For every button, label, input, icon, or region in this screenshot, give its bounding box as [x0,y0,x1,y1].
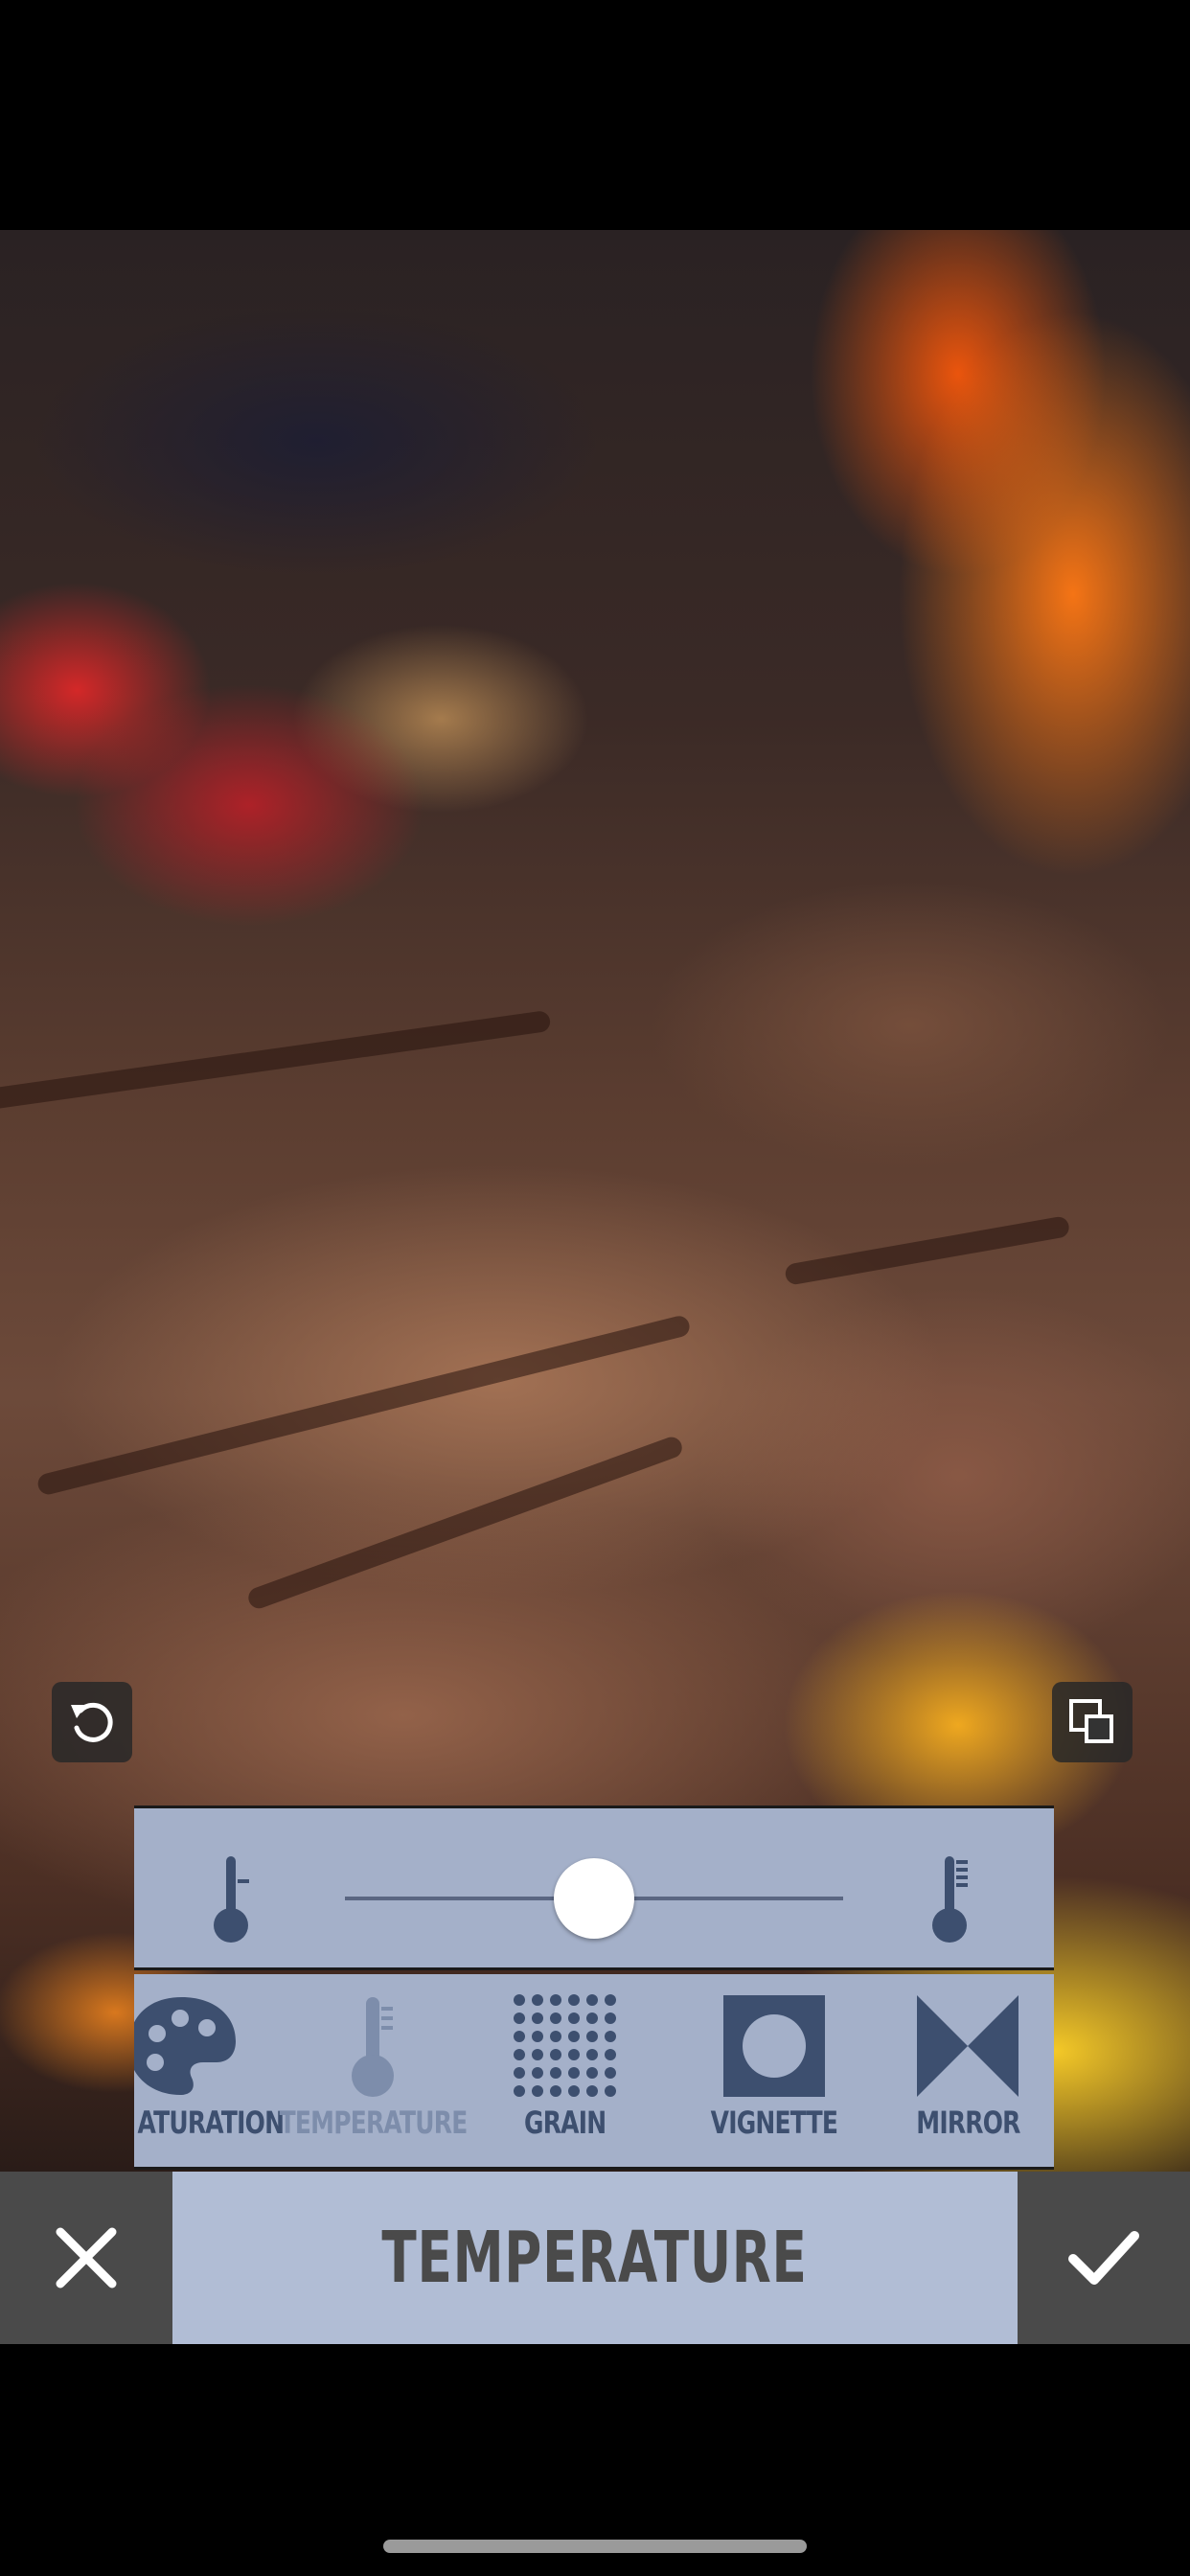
thermometer-hot-icon [927,1851,975,1951]
grill-mark [784,1215,1071,1286]
tool-label: TEMPERATURE [280,2104,469,2141]
grill-mark [245,1434,685,1612]
grain-dots-icon [512,1993,619,2099]
tool-grain[interactable]: GRAIN [489,1974,642,2167]
palette-icon [134,1993,240,2099]
tool-label: VIGNETTE [710,2104,838,2141]
tools-strip[interactable]: ATURATION TEMPERATURE GRAIN VIGNETTE MIR… [134,1974,1054,2170]
thermometer-icon [345,1993,402,2099]
close-icon [56,2227,117,2288]
tool-saturation[interactable]: ATURATION [134,1974,287,2167]
compare-button[interactable] [1052,1682,1133,1762]
checkmark-icon [1068,2231,1139,2285]
cancel-button[interactable] [0,2172,172,2344]
tool-vignette[interactable]: VIGNETTE [688,1974,860,2167]
compare-icon [1069,1699,1113,1743]
reset-button[interactable] [52,1682,132,1762]
confirm-button[interactable] [1018,2172,1190,2344]
temperature-adjust-panel [134,1806,1054,1970]
temperature-slider-thumb[interactable] [554,1858,634,1939]
home-indicator[interactable] [383,2540,807,2553]
grill-mark [0,1009,552,1114]
tool-label: GRAIN [524,2104,606,2141]
tool-label: ATURATION [137,2104,285,2141]
mode-title-box: TEMPERATURE [172,2172,1018,2344]
mode-title: TEMPERATURE [381,2217,809,2299]
reset-icon [71,1702,113,1742]
vignette-icon [721,1993,827,2099]
thermometer-cold-icon [209,1851,257,1951]
tool-mirror[interactable]: MIRROR [891,1974,1044,2167]
bottom-action-bar: TEMPERATURE [0,2172,1190,2344]
tool-label: MIRROR [915,2104,1020,2141]
mirror-icon [915,1993,1020,2099]
tool-temperature[interactable]: TEMPERATURE [278,1974,469,2167]
